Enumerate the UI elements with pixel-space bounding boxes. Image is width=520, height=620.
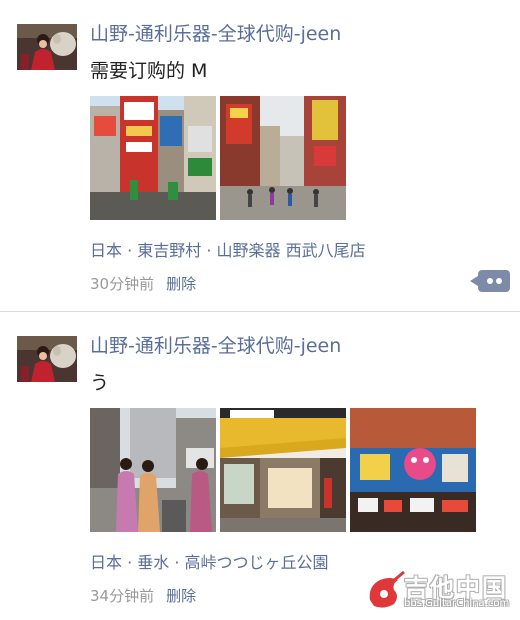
comment-more-icon[interactable]	[470, 270, 510, 292]
post-text: う	[90, 372, 110, 394]
post-text: 需要订购的 M	[90, 60, 208, 82]
photo-thumbnail[interactable]	[90, 96, 216, 220]
dot-icon	[496, 278, 502, 284]
post-meta: 34分钟前 删除	[90, 585, 196, 606]
site-watermark: 吉他中国 bbs.GuitarChina.com	[364, 568, 514, 614]
watermark-url: bbs.GuitarChina.com	[404, 598, 510, 609]
author-name[interactable]: 山野-通利乐器-全球代购-jeen	[90, 331, 341, 358]
post-time: 30分钟前	[90, 275, 155, 293]
avatar[interactable]	[17, 336, 77, 382]
photo-thumbnail[interactable]	[350, 408, 476, 532]
delete-button[interactable]: 删除	[166, 275, 196, 293]
guitar-logo-icon	[369, 570, 405, 608]
photo-thumbnail[interactable]	[220, 96, 346, 220]
post-meta: 30分钟前 删除	[90, 273, 196, 294]
photo-thumbnail[interactable]	[220, 408, 346, 532]
dot-icon	[487, 278, 493, 284]
moment-post: 山野-通利乐器-全球代购-jeen 需要订购的 M 日本 · 東吉野村 · 山野…	[0, 0, 520, 311]
post-time: 34分钟前	[90, 587, 155, 605]
location-link[interactable]: 日本 · 東吉野村 · 山野楽器 西武八尾店	[90, 237, 366, 261]
delete-button[interactable]: 删除	[166, 587, 196, 605]
avatar[interactable]	[17, 24, 77, 70]
location-link[interactable]: 日本 · 垂水 · 高峠つつじヶ丘公園	[90, 549, 329, 573]
author-name[interactable]: 山野-通利乐器-全球代购-jeen	[90, 19, 341, 46]
photo-thumbnail[interactable]	[90, 408, 216, 532]
